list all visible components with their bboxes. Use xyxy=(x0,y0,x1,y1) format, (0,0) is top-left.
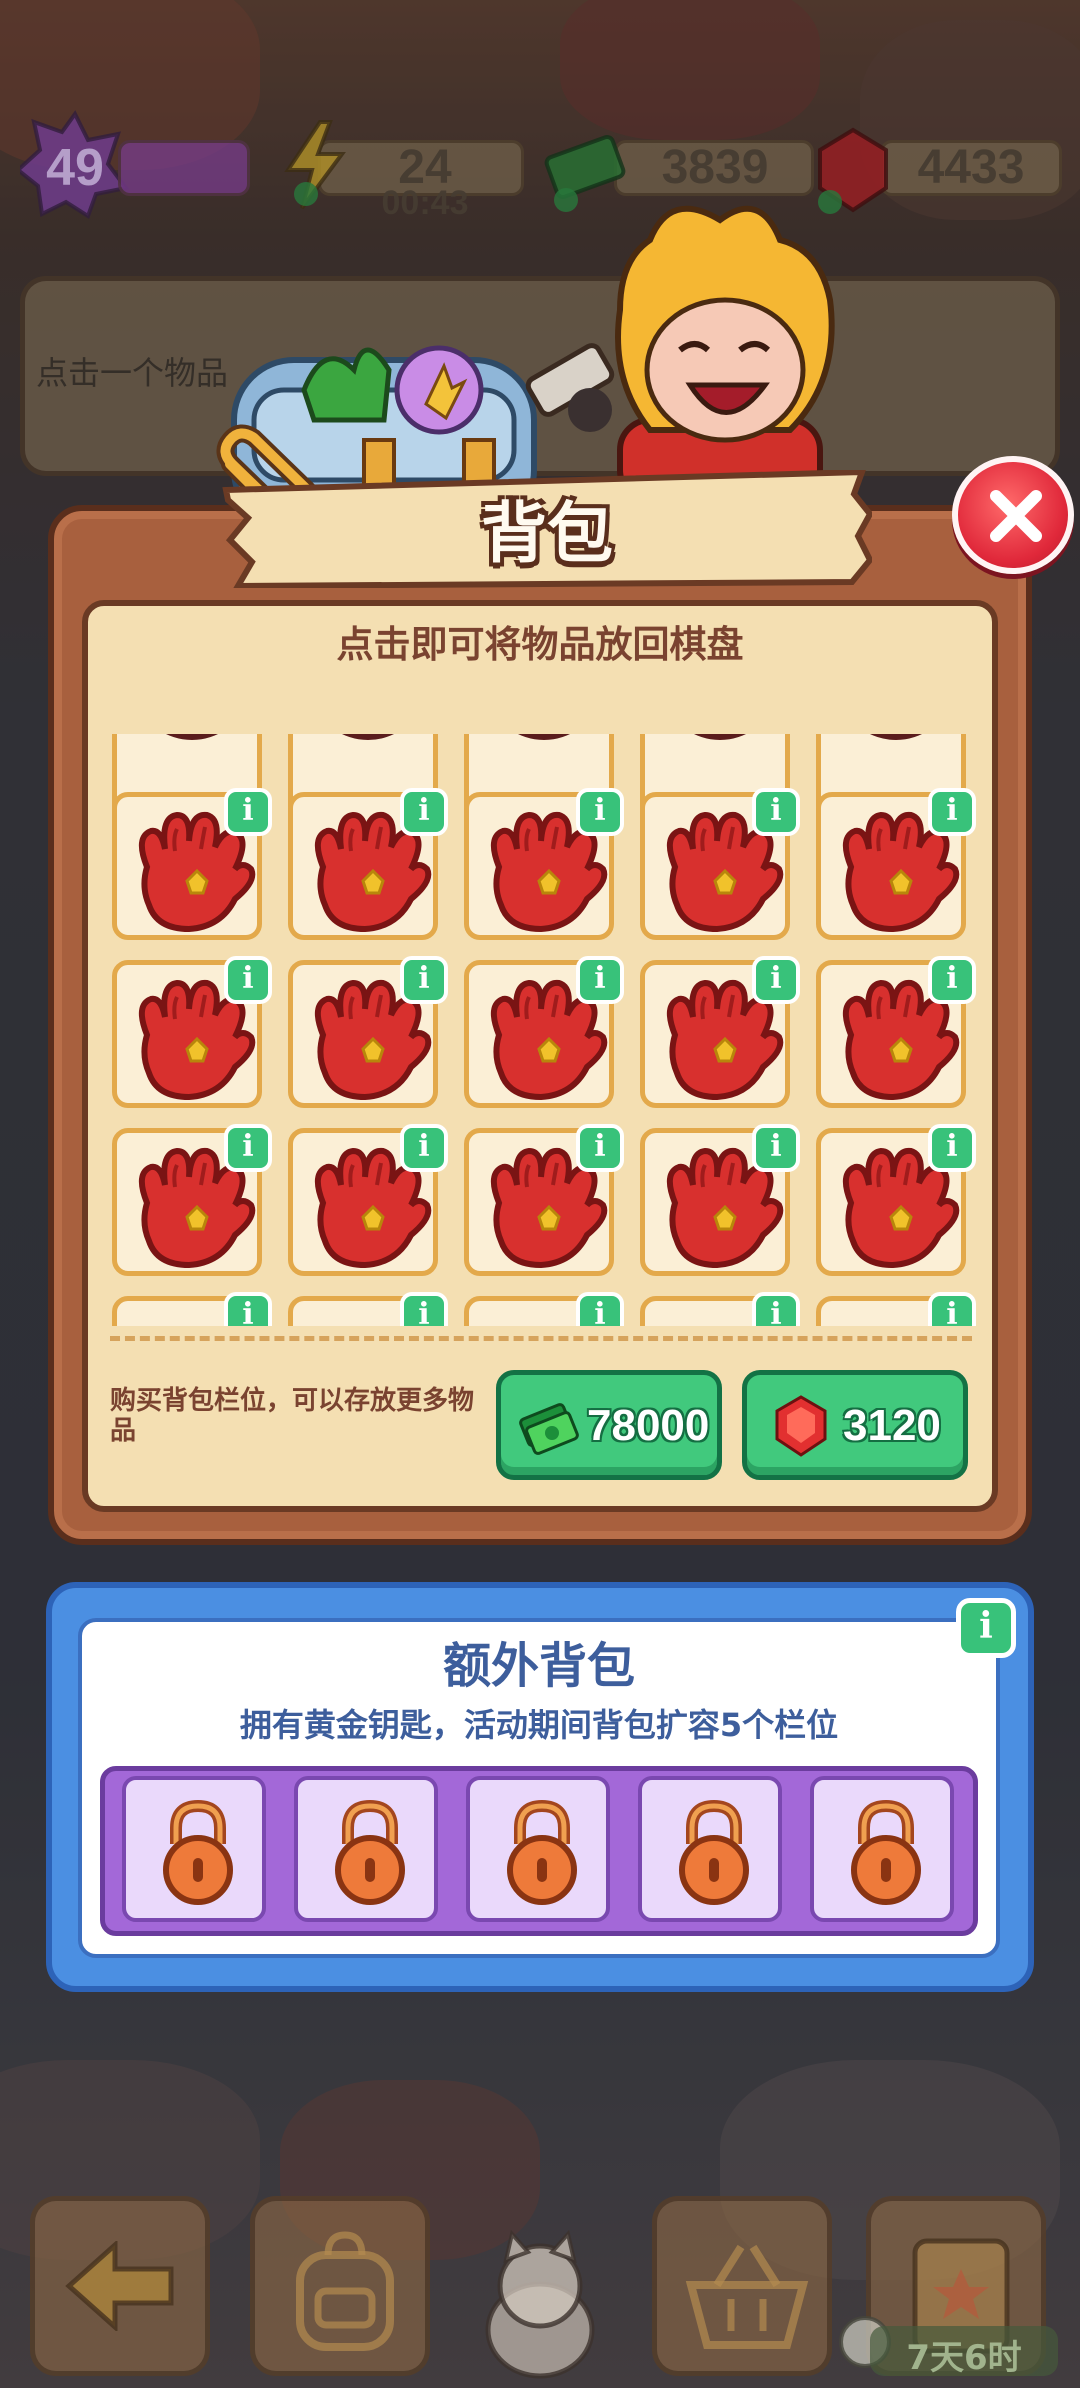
info-icon: i xyxy=(770,793,782,828)
info-icon: i xyxy=(594,793,606,828)
info-icon: i xyxy=(770,1297,782,1326)
padlock-icon xyxy=(507,1799,577,1905)
cash-icon xyxy=(519,1403,579,1455)
item-info-button[interactable]: i xyxy=(752,956,800,1004)
locked-slot[interactable] xyxy=(466,1776,610,1922)
extra-backpack-title: 额外背包 xyxy=(442,1638,635,1694)
item-info-button[interactable]: i xyxy=(576,1292,624,1326)
item-info-button[interactable]: i xyxy=(928,788,976,836)
item-info-button[interactable]: i xyxy=(576,788,624,836)
item-info-button[interactable]: i xyxy=(224,956,272,1004)
level-value: 49 xyxy=(46,139,104,197)
info-icon: i xyxy=(946,793,958,828)
padlock-icon xyxy=(679,1799,749,1905)
cash-price: 78000 xyxy=(587,1401,710,1450)
info-icon: i xyxy=(770,961,782,996)
locked-slot[interactable] xyxy=(810,1776,954,1922)
info-icon: i xyxy=(242,793,254,828)
arrow-left-icon xyxy=(65,2241,174,2331)
info-icon: i xyxy=(242,1297,254,1326)
item-info-button[interactable]: i xyxy=(752,1292,800,1326)
locked-slot[interactable] xyxy=(122,1776,266,1922)
extra-backpack-description: 拥有黄金钥匙，活动期间背包扩容5个栏位 xyxy=(239,1706,839,1744)
info-icon: i xyxy=(594,961,606,996)
shop-basket-button[interactable] xyxy=(652,2196,832,2376)
xp-bar xyxy=(118,140,250,196)
backpack-nav-button[interactable] xyxy=(250,2196,430,2376)
close-icon xyxy=(990,490,1042,542)
buy-with-cash-button[interactable]: 78000 xyxy=(496,1370,722,1480)
energy-timer: 00:43 xyxy=(381,184,469,222)
info-icon: i xyxy=(418,1297,430,1326)
padlock-icon xyxy=(163,1799,233,1905)
locked-slot[interactable] xyxy=(638,1776,782,1922)
item-info-button[interactable]: i xyxy=(928,1124,976,1172)
info-icon: i xyxy=(946,961,958,996)
info-icon: i xyxy=(594,1129,606,1164)
item-info-button[interactable]: i xyxy=(928,1292,976,1326)
buy-slots-text: 购买背包栏位，可以存放更多物品 xyxy=(110,1386,475,1446)
info-icon: i xyxy=(946,1129,958,1164)
backpack-title: 背包 xyxy=(481,495,613,572)
lucky-cat-icon xyxy=(485,2230,595,2379)
item-info-button[interactable]: i xyxy=(928,956,976,1004)
backpack-outline-icon xyxy=(296,2231,394,2351)
gem-price: 3120 xyxy=(843,1401,941,1450)
item-info-button[interactable]: i xyxy=(752,788,800,836)
info-icon: i xyxy=(418,961,430,996)
info-icon: i xyxy=(242,1129,254,1164)
character-icon xyxy=(525,205,835,490)
hint-text: 点击一个物品 xyxy=(36,354,229,392)
item-info-button[interactable]: i xyxy=(400,788,448,836)
basket-icon xyxy=(685,2244,809,2349)
info-icon: i xyxy=(242,961,254,996)
padlock-icon xyxy=(335,1799,405,1905)
gem-icon xyxy=(775,1395,827,1457)
gem-value: 4433 xyxy=(917,141,1025,194)
info-icon: i xyxy=(770,1129,782,1164)
item-info-button[interactable]: i xyxy=(400,1124,448,1172)
back-button[interactable] xyxy=(30,2196,210,2376)
info-icon: i xyxy=(418,1129,430,1164)
item-info-button[interactable]: i xyxy=(400,1292,448,1326)
item-info-button[interactable]: i xyxy=(224,1124,272,1172)
padlock-icon xyxy=(851,1799,921,1905)
item-info-button[interactable]: i xyxy=(400,956,448,1004)
info-icon: i xyxy=(418,793,430,828)
item-info-button[interactable]: i xyxy=(224,788,272,836)
backpack-subtitle: 点击即可将物品放回棋盘 xyxy=(336,623,744,666)
item-info-button[interactable]: i xyxy=(752,1124,800,1172)
item-info-button[interactable]: i xyxy=(576,956,624,1004)
divider xyxy=(110,1336,972,1341)
cash-value: 3839 xyxy=(661,141,769,194)
info-icon: i xyxy=(594,1297,606,1326)
locked-slot[interactable] xyxy=(294,1776,438,1922)
backpack-grid: i i i i i i i i i i i i i i i i i i i i xyxy=(104,734,984,1326)
item-info-button[interactable]: i xyxy=(224,1292,272,1326)
item-info-button[interactable]: i xyxy=(576,1124,624,1172)
close-button[interactable] xyxy=(952,456,1074,574)
buy-with-gems-button[interactable]: 3120 xyxy=(742,1370,968,1480)
event-timer-text: 7天6时 xyxy=(906,2338,1022,2378)
info-icon: i xyxy=(946,1297,958,1326)
